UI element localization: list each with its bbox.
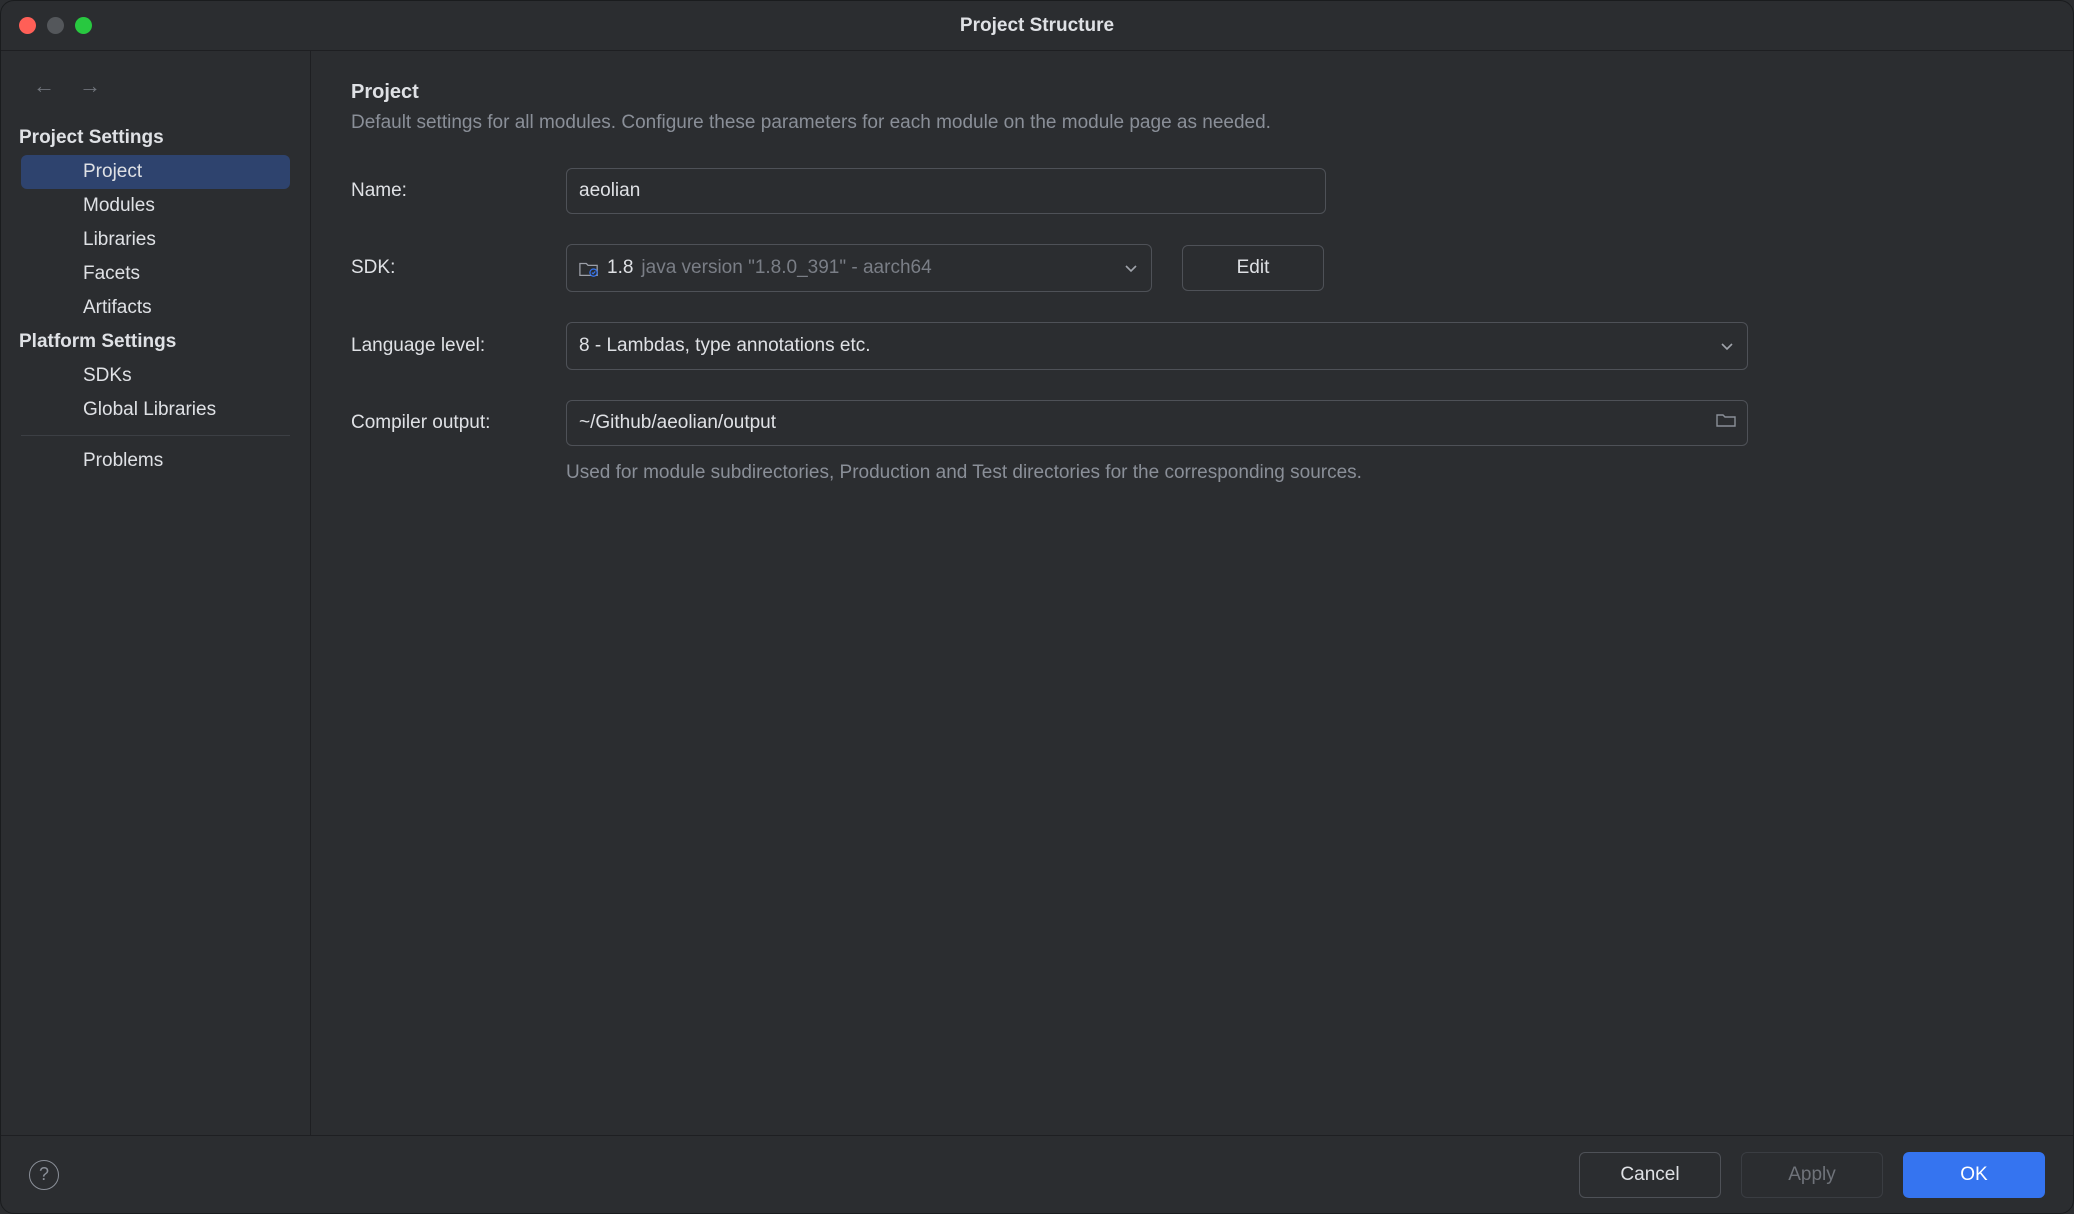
sidebar-divider [21, 435, 290, 436]
sidebar-item-modules[interactable]: Modules [21, 189, 290, 223]
dialog-body: ← → Project Settings Project Modules Lib… [1, 51, 2073, 1135]
sidebar-item-problems[interactable]: Problems [21, 444, 290, 478]
compiler-output-wrap [566, 400, 1748, 446]
edit-sdk-button[interactable]: Edit [1182, 245, 1324, 291]
sidebar-list-problems: Problems [1, 444, 310, 478]
nav-back-icon[interactable]: ← [29, 71, 59, 101]
sidebar-item-global-libraries[interactable]: Global Libraries [21, 393, 290, 427]
sidebar-item-artifacts[interactable]: Artifacts [21, 291, 290, 325]
sidebar-item-project[interactable]: Project [21, 155, 290, 189]
page-title: Project [351, 81, 2033, 104]
sidebar-item-libraries[interactable]: Libraries [21, 223, 290, 257]
ok-button[interactable]: OK [1903, 1152, 2045, 1198]
sdk-folder-icon [579, 260, 599, 276]
sdk-value-prefix: 1.8 [607, 257, 633, 279]
sidebar-item-label: Facets [21, 257, 290, 291]
name-row: Name: [351, 168, 2033, 214]
sidebar-list-platform-settings: SDKs Global Libraries [1, 359, 310, 427]
name-label: Name: [351, 180, 566, 202]
sidebar-item-label: Libraries [21, 223, 290, 257]
sidebar-item-sdks[interactable]: SDKs [21, 359, 290, 393]
help-icon[interactable]: ? [29, 1160, 59, 1190]
sidebar-item-facets[interactable]: Facets [21, 257, 290, 291]
compiler-output-hint: Used for module subdirectories, Producti… [566, 462, 2033, 484]
sidebar-section-platform-settings: Platform Settings [1, 325, 310, 359]
cancel-button[interactable]: Cancel [1579, 1152, 1721, 1198]
titlebar: Project Structure [1, 1, 2073, 51]
sdk-row: SDK: 1.8 java version "1.8.0_391" - aarc… [351, 244, 2033, 292]
page-subtitle: Default settings for all modules. Config… [351, 112, 2033, 134]
compiler-output-label: Compiler output: [351, 412, 566, 434]
language-level-row: Language level: 8 - Lambdas, type annota… [351, 322, 2033, 370]
language-level-label: Language level: [351, 335, 566, 357]
sdk-label: SDK: [351, 257, 566, 279]
sidebar: ← → Project Settings Project Modules Lib… [1, 51, 311, 1135]
sdk-value-detail: java version "1.8.0_391" - aarch64 [641, 257, 931, 279]
compiler-output-input[interactable] [566, 400, 1748, 446]
chevron-down-icon [1721, 338, 1733, 354]
nav-history: ← → [1, 65, 310, 121]
main-panel: Project Default settings for all modules… [311, 51, 2073, 1135]
sidebar-section-project-settings: Project Settings [1, 121, 310, 155]
project-structure-window: Project Structure ← → Project Settings P… [0, 0, 2074, 1214]
window-title: Project Structure [960, 15, 1114, 37]
project-name-input[interactable] [566, 168, 1326, 214]
compiler-output-row: Compiler output: [351, 400, 2033, 446]
nav-forward-icon[interactable]: → [75, 71, 105, 101]
language-level-value: 8 - Lambdas, type annotations etc. [579, 335, 871, 357]
sidebar-item-label: Modules [21, 189, 290, 223]
sidebar-item-label: Project [21, 155, 290, 189]
maximize-window-button[interactable] [75, 17, 92, 34]
close-window-button[interactable] [19, 17, 36, 34]
dialog-footer: ? Cancel Apply OK [1, 1135, 2073, 1213]
sidebar-item-label: Global Libraries [21, 393, 290, 427]
sidebar-item-label: SDKs [21, 359, 290, 393]
window-controls [19, 17, 92, 34]
language-level-dropdown[interactable]: 8 - Lambdas, type annotations etc. [566, 322, 1748, 370]
browse-folder-icon[interactable] [1716, 412, 1736, 434]
chevron-down-icon [1125, 260, 1137, 276]
sidebar-list-project-settings: Project Modules Libraries Facets Artifac… [1, 155, 310, 325]
sidebar-item-label: Problems [21, 444, 290, 478]
apply-button[interactable]: Apply [1741, 1152, 1883, 1198]
sidebar-item-label: Artifacts [21, 291, 290, 325]
minimize-window-button[interactable] [47, 17, 64, 34]
sdk-dropdown[interactable]: 1.8 java version "1.8.0_391" - aarch64 [566, 244, 1152, 292]
